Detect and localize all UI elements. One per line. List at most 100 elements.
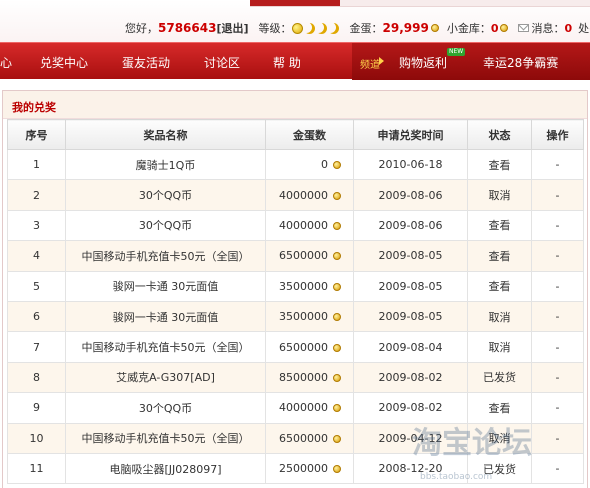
new-badge: NEW: [447, 48, 466, 56]
table-row: 10 中国移动手机充值卡50元（全国） 6500000 2009-04-12 取消 -: [7, 422, 584, 454]
gold-egg-icon: [333, 434, 341, 443]
cell-eggs-text: 2500000: [279, 462, 328, 476]
table-row: 9 30个QQ币 4000000 2009-08-02 查看 -: [7, 392, 584, 424]
redemption-table-wrap: 序号 奖品名称 金蛋数 申请兑奖时间 状态 操作 1 魔骑士1Q币 0 2010-06…: [7, 119, 584, 485]
cell-date-text: 2009-08-05: [378, 249, 443, 263]
cell-prize-name-text: 30个QQ币: [138, 401, 193, 415]
cell-status-text[interactable]: 查看: [489, 159, 511, 172]
cell-no-text: 1: [33, 158, 40, 172]
cell-action: -: [531, 361, 584, 394]
cell-status-text[interactable]: 查看: [489, 402, 511, 415]
moon-level-icon: [316, 23, 327, 34]
cell-status[interactable]: 查看: [467, 209, 532, 242]
cell-status-text[interactable]: 已发货: [483, 463, 516, 476]
cell-date: 2009-08-02: [353, 361, 468, 394]
cell-prize-name: 30个QQ币: [65, 209, 266, 242]
gold-egg-icon: [500, 24, 509, 32]
cell-action-text: -: [555, 370, 560, 384]
nav-item-help[interactable]: 帮 助: [273, 54, 301, 71]
cell-prize-name: 30个QQ币: [65, 179, 266, 211]
cell-eggs-text: 4000000: [279, 188, 328, 202]
cell-status[interactable]: 查看: [467, 270, 532, 302]
cell-status-text[interactable]: 取消: [489, 432, 511, 445]
cell-eggs-text: 6500000: [279, 249, 328, 263]
cell-prize-name: 骏网一卡通 30元面值: [65, 300, 266, 333]
cell-eggs: 0: [265, 148, 354, 181]
redemption-table: 序号 奖品名称 金蛋数 申请兑奖时间 状态 操作 1 魔骑士1Q币 0 2010-06…: [7, 119, 584, 485]
cell-no-text: 11: [29, 462, 44, 476]
cell-date-text: 2009-08-02: [378, 370, 443, 384]
cell-prize-name: 魔骑士1Q币: [65, 148, 266, 181]
message-label[interactable]: 消息：: [531, 20, 564, 36]
cell-date-text: 2009-08-02: [378, 401, 443, 415]
cell-eggs-text: 6500000: [279, 340, 328, 354]
cell-status[interactable]: 查看: [467, 240, 532, 272]
cell-date-text: 2009-08-05: [378, 279, 443, 293]
nav-item-forum[interactable]: 讨论区: [204, 54, 240, 71]
cell-eggs: 6500000: [265, 331, 354, 363]
cell-status[interactable]: 取消: [467, 300, 532, 333]
cell-status-text[interactable]: 取消: [489, 189, 511, 202]
cell-no-text: 8: [33, 370, 40, 384]
vault-label: 小金库：: [446, 22, 491, 35]
cell-no-text: 6: [33, 310, 40, 324]
cell-prize-name: 中国移动手机充值卡50元（全国）: [65, 422, 266, 454]
penalty-label[interactable]: 处罚：1: [578, 20, 590, 36]
cell-status[interactable]: 取消: [467, 422, 532, 454]
nav-item-exchange-center[interactable]: 兑奖中心: [40, 54, 88, 71]
cell-eggs: 3500000: [265, 270, 354, 302]
cell-prize-name-text: 电脑吸尘器[JJ028097]: [109, 462, 222, 476]
cell-no: 6: [7, 300, 66, 333]
channel-bar: 频道 购物返利 NEW 幸运28争霸赛: [352, 43, 590, 80]
cell-action: -: [531, 240, 584, 272]
logout-link[interactable]: [退出]: [216, 20, 248, 36]
cell-status[interactable]: 查看: [467, 148, 532, 181]
column-header-eggs: 金蛋数: [265, 119, 354, 150]
column-header-action: 操作: [531, 119, 584, 150]
egg-balance: 29,999: [382, 21, 429, 35]
cell-action: -: [531, 148, 584, 181]
table-row: 1 魔骑士1Q币 0 2010-06-18 查看 -: [7, 148, 584, 181]
column-header-date: 申请兑奖时间: [353, 119, 468, 150]
nav-item-partial[interactable]: 心: [0, 54, 12, 71]
cell-eggs-text: 6500000: [279, 431, 328, 445]
cell-status[interactable]: 取消: [467, 331, 532, 363]
cell-status-text[interactable]: 取消: [489, 341, 511, 354]
cell-eggs-text: 0: [321, 158, 328, 172]
cell-status-text[interactable]: 查看: [489, 280, 511, 293]
nav-item-shopping-rebate[interactable]: 购物返利: [399, 54, 447, 71]
sun-level-icon: [291, 23, 303, 34]
cell-eggs: 2500000: [265, 452, 354, 485]
cell-prize-name-text: 艾威克A-G307[AD]: [116, 371, 215, 385]
level-icons: [291, 22, 340, 35]
cell-no: 10: [7, 422, 66, 454]
cell-action-text: -: [555, 279, 560, 293]
gold-egg-icon: [430, 24, 439, 32]
arrow-right-icon: [379, 57, 384, 65]
cell-date: 2009-04-12: [353, 422, 468, 454]
cell-date-text: 2009-08-06: [378, 188, 443, 202]
table-row: 6 骏网一卡通 30元面值 3500000 2009-08-05 取消 -: [7, 300, 584, 333]
cell-status[interactable]: 查看: [467, 392, 532, 424]
message-icon[interactable]: [518, 24, 530, 32]
panel-title: 我的兑奖: [12, 101, 56, 114]
cell-no-text: 5: [33, 279, 40, 293]
cell-status[interactable]: 已发货: [467, 361, 532, 394]
nav-item-lucky28[interactable]: 幸运28争霸赛: [483, 54, 558, 71]
cell-status-text[interactable]: 已发货: [483, 371, 516, 384]
cell-date-text: 2010-06-18: [378, 158, 443, 172]
nav-item-activities[interactable]: 蛋友活动: [122, 54, 170, 71]
cell-prize-name: 电脑吸尘器[JJ028097]: [65, 452, 266, 485]
cell-status-text[interactable]: 取消: [489, 311, 511, 324]
cell-date: 2009-08-02: [353, 392, 468, 424]
cell-eggs: 6500000: [265, 240, 354, 272]
cell-prize-name-text: 30个QQ币: [138, 189, 193, 203]
message-count: 0: [564, 21, 573, 35]
cell-status-text[interactable]: 查看: [489, 250, 511, 263]
cell-action-text: -: [555, 218, 560, 232]
cell-status-text[interactable]: 查看: [489, 219, 511, 232]
table-row: 5 骏网一卡通 30元面值 3500000 2009-08-05 查看 -: [7, 270, 584, 302]
cell-status[interactable]: 已发货: [467, 452, 532, 485]
table-row: 11 电脑吸尘器[JJ028097] 2500000 2008-12-20 已发货 -: [7, 452, 584, 485]
cell-status[interactable]: 取消: [467, 179, 532, 211]
